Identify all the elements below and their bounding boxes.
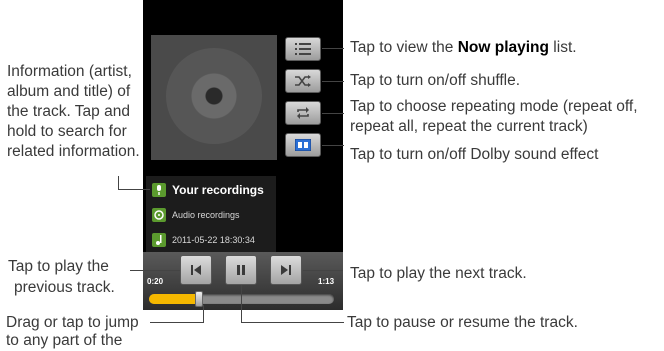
leader-dolby	[322, 145, 344, 146]
annotation-seek-line1: Drag or tap to jump	[6, 314, 139, 331]
annotation-prev-line2: previous track.	[14, 279, 115, 296]
leader-next	[303, 270, 343, 271]
repeat-icon	[297, 107, 309, 119]
annotation-repeat-line2: repeat all, repeat the current track)	[350, 118, 588, 135]
seek-bar-progress	[149, 294, 199, 304]
annotation-repeat-line1: Tap to choose repeating mode (repeat off…	[350, 98, 638, 115]
annotation-seek-line2: to any part of the	[6, 332, 123, 349]
leader-pause-h	[241, 322, 344, 323]
repeat-button[interactable]	[285, 101, 321, 125]
album-icon	[152, 208, 166, 222]
now-playing-list-button[interactable]	[285, 37, 321, 61]
dolby-icon	[295, 139, 311, 151]
elapsed-time: 0:20	[147, 277, 164, 286]
annotation-info-line4: hold to search for	[7, 123, 127, 140]
shuffle-icon	[295, 75, 311, 87]
next-button[interactable]	[270, 255, 302, 285]
annotation-info-line1: Information (artist,	[7, 63, 132, 80]
previous-icon	[191, 265, 201, 275]
track-date: 2011-05-22 18:30:34	[172, 235, 255, 245]
previous-button[interactable]	[180, 255, 212, 285]
annotation-prev-line1: Tap to play the	[8, 258, 109, 275]
total-time: 1:13	[318, 277, 335, 286]
leader-nowplaying	[322, 48, 344, 49]
annotation-dolby: Tap to turn on/off Dolby sound effect	[350, 146, 599, 163]
pause-icon	[237, 265, 245, 275]
now-playing-list-icon	[295, 43, 311, 55]
annotation-now-playing: Tap to view the Now playing list.	[350, 39, 577, 56]
leader-prev	[130, 270, 180, 271]
microphone-icon	[152, 183, 166, 197]
disc-icon	[166, 48, 262, 144]
seek-bar-thumb[interactable]	[195, 291, 203, 307]
annotation-pause: Tap to pause or resume the track.	[347, 314, 578, 331]
track-info-panel[interactable]: Your recordings Audio recordings 2011-05…	[146, 176, 276, 252]
leader-seek-h	[150, 322, 204, 323]
artist-icon	[152, 233, 166, 247]
dolby-button[interactable]	[285, 133, 321, 157]
annotation-info-line2: album and title) of	[7, 83, 131, 100]
annotation-next: Tap to play the next track.	[350, 265, 527, 282]
leader-seek-v	[203, 305, 204, 323]
annotation-info-line5: related information.	[7, 143, 140, 160]
track-title: Your recordings	[172, 183, 264, 197]
leader-pause-v	[241, 285, 242, 323]
track-album: Audio recordings	[172, 210, 240, 220]
annotation-shuffle: Tap to turn on/off shuffle.	[350, 72, 521, 89]
shuffle-button[interactable]	[285, 69, 321, 93]
leader-repeat	[322, 113, 344, 114]
leader-shuffle	[322, 81, 344, 82]
next-icon	[281, 265, 291, 275]
annotation-info-line3: the track. Tap and	[7, 103, 130, 120]
leader-info-v	[118, 176, 119, 189]
pause-button[interactable]	[225, 255, 257, 285]
leader-info-h	[118, 189, 150, 190]
